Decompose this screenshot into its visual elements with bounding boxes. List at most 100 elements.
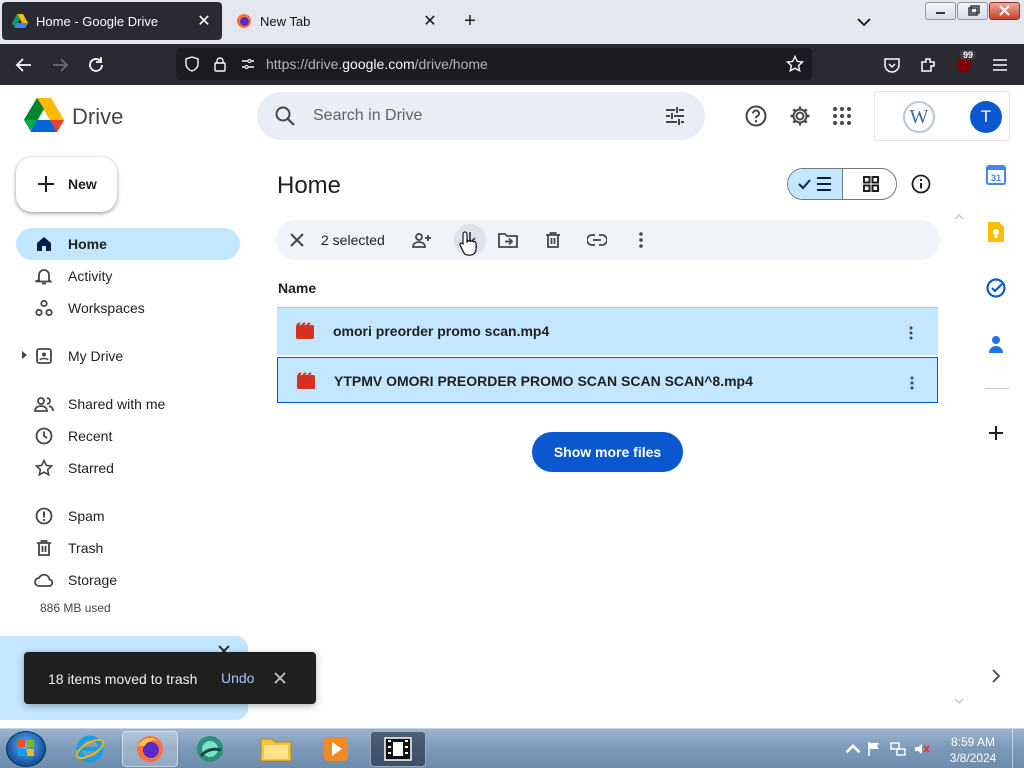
tab-new-tab[interactable]: New Tab ✕	[226, 2, 448, 40]
system-clock[interactable]: 8:59 AM 3/8/2024	[940, 734, 1006, 766]
table-row[interactable]: omori preorder promo scan.mp4	[277, 307, 938, 355]
search-input[interactable]	[313, 103, 643, 129]
drive-favicon-icon	[12, 14, 28, 28]
show-hidden-icons-icon[interactable]	[845, 741, 861, 757]
sidebar-item-starred[interactable]: Starred	[16, 452, 240, 484]
add-addon-plus-icon[interactable]	[985, 422, 1007, 444]
sidebar-item-storage[interactable]: Storage	[16, 564, 240, 596]
sidebar-item-home[interactable]: Home	[16, 228, 240, 260]
firefox-favicon-icon	[237, 14, 251, 28]
new-tab-button[interactable]: +	[458, 10, 482, 34]
show-more-files-button[interactable]: Show more files	[532, 432, 683, 472]
start-button[interactable]	[6, 731, 46, 767]
lock-icon[interactable]	[212, 56, 228, 72]
more-actions-icon[interactable]	[900, 371, 924, 395]
search-options-icon[interactable]	[663, 104, 687, 128]
apps-grid-icon[interactable]	[830, 104, 854, 128]
tab-close-icon[interactable]: ✕	[196, 11, 212, 31]
back-icon[interactable]	[12, 53, 36, 77]
trash-icon[interactable]	[541, 228, 565, 252]
share-add-person-icon[interactable]	[410, 228, 434, 252]
scroll-up-arrow-icon[interactable]	[954, 213, 964, 221]
avatar[interactable]: T	[970, 101, 1002, 133]
tasks-icon[interactable]	[985, 277, 1007, 299]
tab-close-icon[interactable]: ✕	[422, 11, 438, 31]
google-drive-logo-icon[interactable]	[24, 98, 64, 132]
help-icon[interactable]	[744, 104, 768, 128]
permissions-icon[interactable]	[240, 56, 256, 72]
column-header-name[interactable]: Name	[278, 280, 316, 296]
snackbar-message: 18 items moved to trash	[48, 671, 198, 687]
sidebar-item-workspaces[interactable]: Workspaces	[16, 292, 240, 324]
bookmark-star-icon[interactable]	[786, 55, 804, 73]
new-button[interactable]: New	[16, 157, 117, 212]
app-taskbar-icon[interactable]	[182, 731, 238, 767]
extensions-icon[interactable]	[916, 53, 940, 77]
show-desktop-button[interactable]	[1012, 729, 1024, 768]
address-bar[interactable]: https://drive.google.com/drive/home	[176, 48, 812, 80]
list-view-button[interactable]	[788, 169, 843, 199]
restore-button[interactable]	[957, 2, 988, 20]
contacts-icon[interactable]	[985, 333, 1007, 355]
network-icon[interactable]	[890, 741, 906, 757]
move-to-folder-icon[interactable]	[496, 228, 520, 252]
media-player-taskbar-icon[interactable]	[308, 731, 364, 767]
undo-button[interactable]: Undo	[221, 670, 254, 686]
view-toggle	[787, 168, 897, 200]
hamburger-menu-icon[interactable]	[988, 53, 1012, 77]
sidebar-item-activity[interactable]: Activity	[16, 260, 240, 292]
settings-gear-icon[interactable]	[788, 104, 812, 128]
pocket-icon[interactable]	[880, 53, 904, 77]
workspaces-icon	[34, 298, 54, 318]
info-icon[interactable]	[909, 172, 933, 196]
account-area: W T	[874, 91, 1010, 141]
clock-date: 3/8/2024	[949, 751, 997, 765]
grid-view-button[interactable]	[843, 169, 896, 199]
bell-icon	[34, 266, 54, 286]
search-icon[interactable]	[273, 104, 297, 128]
home-icon	[34, 234, 54, 254]
sidebar-item-label: Spam	[68, 508, 105, 524]
chevron-down-icon[interactable]	[852, 10, 876, 34]
more-actions-icon[interactable]	[629, 228, 653, 252]
sidebar: New Home Activity Workspaces My Drive Sh…	[0, 147, 256, 725]
close-icon[interactable]	[272, 670, 288, 686]
app-name: Drive	[72, 104, 124, 129]
sidebar-item-my-drive[interactable]: My Drive	[16, 340, 240, 372]
drive-header: Drive W T	[0, 85, 1024, 147]
sidebar-item-label: Workspaces	[68, 300, 145, 316]
shield-icon[interactable]	[184, 56, 200, 72]
file-name: omori preorder promo scan.mp4	[333, 323, 550, 339]
forward-icon[interactable]	[48, 53, 72, 77]
scroll-down-arrow-icon[interactable]	[954, 697, 964, 705]
video-editor-taskbar-icon[interactable]	[370, 731, 426, 767]
people-icon	[34, 394, 54, 414]
reload-icon[interactable]	[84, 53, 108, 77]
action-center-flag-icon[interactable]	[866, 741, 882, 757]
sidebar-item-shared-with-me[interactable]: Shared with me	[16, 388, 240, 420]
more-actions-icon[interactable]	[899, 321, 923, 345]
chevron-right-icon[interactable]	[985, 665, 1007, 687]
sidebar-item-trash[interactable]: Trash	[16, 532, 240, 564]
tab-google-drive[interactable]: Home - Google Drive ✕	[2, 2, 222, 40]
storage-used-text: 886 MB used	[40, 601, 111, 615]
link-icon[interactable]	[585, 228, 609, 252]
clear-selection-icon[interactable]	[285, 228, 309, 252]
sidebar-item-spam[interactable]: Spam	[16, 500, 240, 532]
sidebar-item-recent[interactable]: Recent	[16, 420, 240, 452]
my-drive-icon	[34, 346, 54, 366]
window-close-button[interactable]	[989, 2, 1020, 20]
minimize-button[interactable]	[925, 2, 956, 20]
calendar-icon[interactable]: 31	[985, 164, 1007, 186]
firefox-taskbar-icon[interactable]	[122, 731, 178, 767]
file-explorer-taskbar-icon[interactable]	[248, 731, 304, 767]
plus-icon	[38, 176, 54, 192]
side-panel-divider	[985, 388, 1009, 389]
expand-arrow-icon[interactable]	[22, 351, 27, 359]
workspace-logo[interactable]: W	[903, 101, 935, 133]
keep-icon[interactable]	[985, 221, 1007, 243]
sidebar-item-label: Home	[68, 236, 107, 252]
volume-muted-icon[interactable]	[914, 741, 930, 757]
table-row[interactable]: YTPMV OMORI PREORDER PROMO SCAN SCAN SCA…	[277, 357, 938, 403]
internet-explorer-taskbar-icon[interactable]	[62, 731, 118, 767]
